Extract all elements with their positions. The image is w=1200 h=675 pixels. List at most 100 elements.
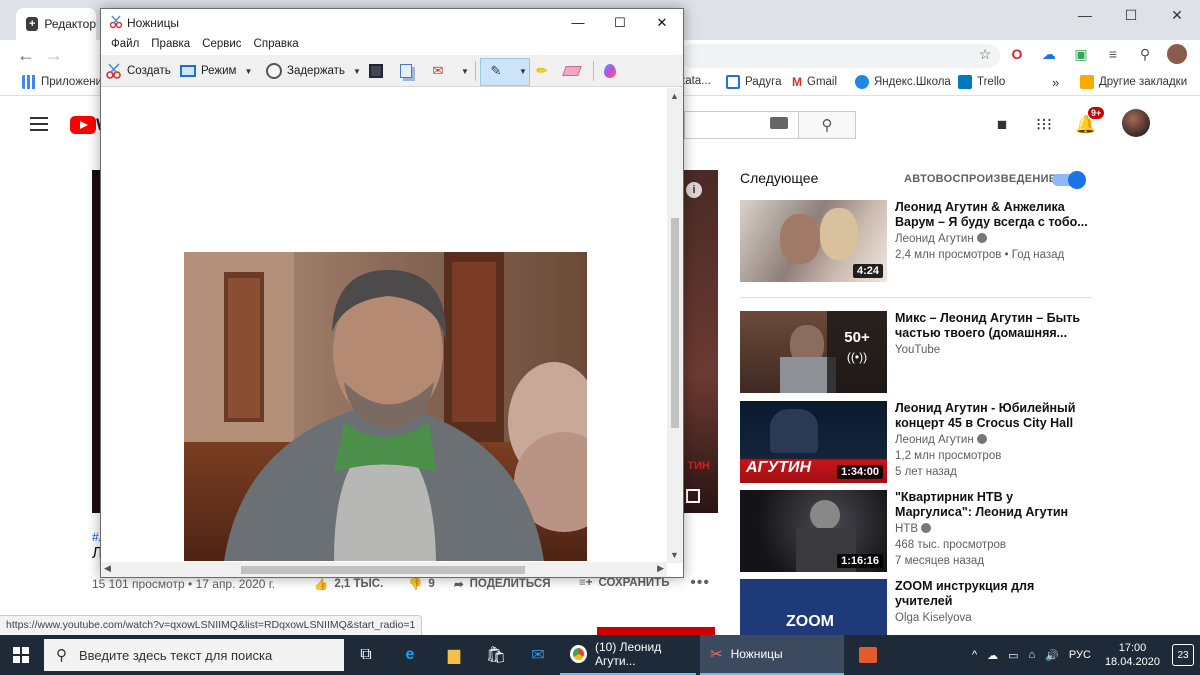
- cloud-icon[interactable]: ☁: [987, 649, 998, 662]
- start-button[interactable]: [0, 635, 42, 675]
- bookmark-yandex-school[interactable]: Яндекс.Школа: [855, 75, 951, 89]
- copy-button[interactable]: [397, 60, 415, 82]
- forward-arrow-icon[interactable]: →: [42, 44, 66, 66]
- recommendation-title[interactable]: Микс – Леонид Агутин – Быть частью твоег…: [895, 311, 1090, 341]
- battery-icon[interactable]: ▭: [1008, 649, 1018, 662]
- like-button[interactable]: 👍 2,1 ТЫС.: [314, 577, 383, 591]
- menu-edit[interactable]: Правка: [145, 36, 196, 55]
- back-arrow-icon[interactable]: ←: [14, 44, 38, 66]
- taskbar-search-box[interactable]: ⚲ Введите здесь текст для поиска: [44, 639, 344, 671]
- recommendation-item[interactable]: 1:16:16 "Квартирник НТВ у Маргулиса": Ле…: [740, 490, 1100, 572]
- bookmark-tata[interactable]: tata...: [682, 75, 711, 87]
- paint3d-button[interactable]: [601, 60, 619, 82]
- keyboard-icon[interactable]: [770, 117, 788, 129]
- clock[interactable]: 17:00 18.04.2020: [1105, 641, 1160, 669]
- save-button[interactable]: ≡+ СОХРАНИТЬ: [579, 577, 669, 589]
- maximize-button[interactable]: ☐: [1108, 0, 1154, 30]
- channel-name[interactable]: YouTube: [895, 344, 940, 356]
- mode-button[interactable]: Режим ▼: [179, 60, 252, 82]
- store-icon[interactable]: 🛍: [476, 635, 516, 675]
- scroll-right-icon[interactable]: ▶: [657, 563, 664, 574]
- task-view-icon[interactable]: ⧉: [346, 635, 386, 675]
- opera-extension-icon[interactable]: O: [1007, 44, 1027, 64]
- share-button[interactable]: ➦ ПОДЕЛИТЬСЯ: [454, 577, 550, 591]
- recommendation-item[interactable]: 50+ ((•)) Микс – Леонид Агутин – Быть ча…: [740, 311, 1100, 393]
- search-button[interactable]: ⚲: [798, 111, 856, 139]
- chevron-up-icon[interactable]: ^: [972, 649, 977, 661]
- create-video-icon[interactable]: ■: [990, 113, 1014, 137]
- horizontal-scrollbar[interactable]: ◀ ▶: [101, 562, 667, 577]
- address-bar[interactable]: [680, 44, 1000, 68]
- minimize-button[interactable]: —: [1062, 0, 1108, 30]
- network-icon[interactable]: ⌂: [1029, 649, 1036, 661]
- menu-tools[interactable]: Сервис: [196, 36, 247, 55]
- pin-extension-icon[interactable]: ⚲: [1135, 44, 1155, 64]
- recommendation-title[interactable]: "Квартирник НТВ у Маргулиса": Леонид Агу…: [895, 490, 1090, 520]
- bookmark-raduga[interactable]: Радуга: [726, 75, 781, 89]
- bookmark-other[interactable]: Другие закладки: [1080, 75, 1187, 89]
- menu-help[interactable]: Справка: [248, 36, 305, 55]
- hamburger-menu-icon[interactable]: [30, 117, 48, 131]
- profile-avatar[interactable]: [1167, 44, 1187, 64]
- star-bookmark-icon[interactable]: ☆: [975, 44, 995, 64]
- dislike-button[interactable]: 👎 9: [408, 577, 435, 591]
- mail-icon[interactable]: ✉: [518, 635, 558, 675]
- menu-lines-icon[interactable]: ≡: [1103, 44, 1123, 64]
- maximize-button[interactable]: ☐: [599, 9, 641, 36]
- channel-name[interactable]: Леонид Агутин: [895, 233, 987, 245]
- user-avatar[interactable]: [1122, 109, 1150, 137]
- apps-grid-icon[interactable]: ⁝⁝⁝: [1032, 113, 1056, 137]
- scroll-thumb[interactable]: [671, 218, 679, 428]
- bookmarks-overflow-button[interactable]: »: [1052, 75, 1059, 90]
- recommendation-title[interactable]: Леонид Агутин - Юбилейный концерт 45 в C…: [895, 401, 1090, 431]
- close-button[interactable]: ✕: [641, 9, 683, 36]
- more-actions-icon[interactable]: •••: [690, 574, 710, 592]
- vertical-scrollbar[interactable]: ▲ ▼: [667, 88, 683, 563]
- delay-button[interactable]: Задержать ▼: [265, 60, 361, 82]
- taskbar-app-chrome[interactable]: (10) Леонид Агути...: [560, 635, 696, 675]
- edge-browser-icon[interactable]: e: [390, 635, 430, 675]
- scroll-left-icon[interactable]: ◀: [104, 563, 111, 574]
- scroll-up-icon[interactable]: ▲: [670, 91, 679, 101]
- cloud-extension-icon[interactable]: ☁: [1039, 44, 1059, 64]
- menu-file[interactable]: Файл: [105, 36, 145, 55]
- volume-icon[interactable]: 🔊: [1045, 649, 1059, 662]
- scroll-down-icon[interactable]: ▼: [670, 550, 679, 560]
- bookmark-gmail[interactable]: M Gmail: [792, 75, 837, 89]
- minimize-button[interactable]: —: [557, 9, 599, 36]
- video-thumbnail[interactable]: 1:16:16: [740, 490, 887, 572]
- subscribe-button-edge[interactable]: [597, 627, 715, 635]
- recommendation-item[interactable]: ZOOM ZOOM инструкция для учителей Olga K…: [740, 579, 1100, 635]
- save-snip-button[interactable]: [367, 60, 385, 82]
- bookmark-trello[interactable]: Trello: [958, 75, 1005, 89]
- youtube-logo[interactable]: [70, 116, 96, 134]
- powerpoint-icon[interactable]: [848, 635, 888, 675]
- autoplay-toggle[interactable]: [1052, 171, 1086, 189]
- scroll-thumb[interactable]: [241, 566, 525, 574]
- highlighter-button[interactable]: ✏: [533, 60, 551, 82]
- recommendation-title[interactable]: ZOOM инструкция для учителей: [895, 579, 1090, 609]
- channel-name[interactable]: НТВ: [895, 523, 931, 535]
- send-snip-button[interactable]: ✉: [429, 60, 447, 82]
- language-indicator[interactable]: РУС: [1069, 649, 1091, 661]
- send-dropdown-button[interactable]: ▼: [457, 60, 469, 82]
- recommendation-title[interactable]: Леонид Агутин & Анжелика Варум – Я буду …: [895, 200, 1090, 230]
- recommendation-item[interactable]: АГУТИН 1:34:00 Леонид Агутин - Юбилейный…: [740, 401, 1100, 483]
- video-thumbnail[interactable]: ZOOM: [740, 579, 887, 635]
- taskbar-app-snipping-tool[interactable]: ✂ Ножницы: [700, 635, 844, 675]
- video-thumbnail[interactable]: 4:24: [740, 200, 887, 282]
- new-snip-button[interactable]: Создать: [105, 60, 171, 82]
- green-extension-icon[interactable]: ▣: [1071, 44, 1091, 64]
- eraser-button[interactable]: [562, 60, 582, 82]
- channel-name[interactable]: Леонид Агутин: [895, 434, 987, 446]
- bookmark-apps[interactable]: Приложения: [22, 75, 108, 89]
- video-thumbnail[interactable]: 50+ ((•)): [740, 311, 887, 393]
- video-thumbnail[interactable]: АГУТИН 1:34:00: [740, 401, 887, 483]
- notification-center-button[interactable]: 23: [1172, 644, 1194, 666]
- close-button[interactable]: ✕: [1154, 0, 1200, 30]
- pen-tool[interactable]: ✎: [487, 60, 505, 82]
- fullscreen-icon[interactable]: [686, 489, 700, 503]
- channel-name[interactable]: Olga Kiselyova: [895, 612, 972, 624]
- file-explorer-icon[interactable]: ▆: [434, 635, 474, 675]
- recommendation-item[interactable]: 4:24 Леонид Агутин & Анжелика Варум – Я …: [740, 200, 1100, 282]
